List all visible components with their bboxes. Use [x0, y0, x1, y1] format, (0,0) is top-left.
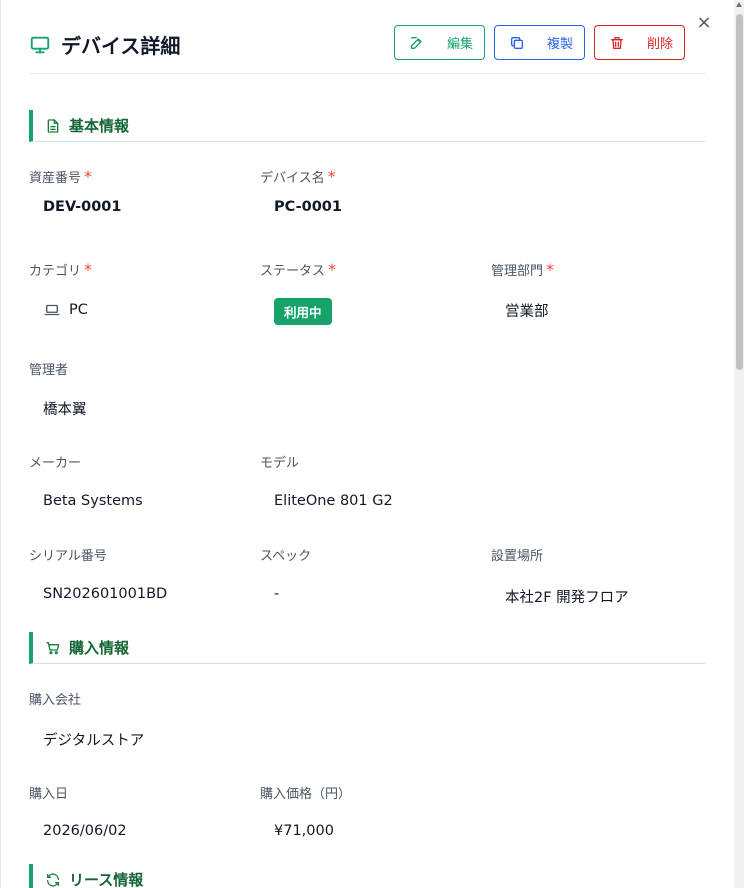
- required-mark: *: [84, 260, 93, 279]
- field-value: EliteOne 801 G2: [274, 493, 393, 509]
- field-label: カテゴリ: [29, 264, 82, 279]
- field-status: ステータス * 利用中: [260, 260, 337, 325]
- copy-button-label: 複製: [547, 37, 574, 52]
- section-title: 基本情報: [69, 117, 130, 135]
- scrollbar[interactable]: [734, 0, 744, 888]
- field-label: 管理者: [29, 363, 69, 378]
- field-value: デジタルストア: [43, 733, 145, 749]
- field-department: 管理部門 * 営業部: [491, 260, 555, 320]
- field-location: 設置場所 本社2F 開発フロア: [491, 545, 629, 606]
- required-mark: *: [328, 260, 337, 279]
- field-manager: 管理者 橋本翼: [29, 359, 87, 418]
- field-value: 2026/06/02: [43, 823, 127, 839]
- monitor-icon: [30, 36, 50, 53]
- field-label: ステータス: [260, 264, 326, 279]
- field-value: PC-0001: [274, 199, 342, 215]
- field-label: デバイス名: [260, 171, 325, 186]
- copy-button[interactable]: 複製: [494, 25, 585, 60]
- section-lease-info: リース情報: [29, 864, 705, 888]
- field-label: 管理部門: [491, 264, 544, 279]
- field-value: DEV-0001: [43, 199, 122, 215]
- field-label: シリアル番号: [29, 549, 107, 564]
- field-label: 購入会社: [29, 693, 82, 708]
- field-value: -: [274, 586, 280, 602]
- field-maker: メーカー Beta Systems: [29, 452, 143, 509]
- field-value: PC: [69, 302, 88, 318]
- field-asset-no: 資産番号 * DEV-0001: [29, 167, 121, 215]
- scrollbar-thumb[interactable]: [736, 14, 743, 370]
- document-icon: [47, 118, 59, 133]
- section-title: 購入情報: [69, 639, 130, 657]
- field-value: 営業部: [505, 304, 549, 320]
- status-value-wrap: 利用中: [274, 298, 332, 325]
- field-label: 設置場所: [491, 549, 544, 564]
- field-label: 購入日: [29, 787, 69, 802]
- delete-button[interactable]: 削除: [594, 25, 685, 60]
- required-mark: *: [546, 260, 555, 279]
- field-spec: スペック -: [260, 545, 312, 602]
- device-detail-panel: デバイス詳細 編集 複製 削除 × 基本情報 資産番号 * DEV-0001 デ…: [0, 0, 744, 888]
- laptop-icon: [44, 304, 60, 316]
- close-icon[interactable]: ×: [695, 14, 713, 32]
- field-label: モデル: [260, 456, 300, 471]
- section-basic-info: 基本情報: [29, 110, 705, 142]
- cart-icon: [46, 641, 60, 654]
- field-value: SN202601001BD: [43, 586, 168, 602]
- field-serial: シリアル番号 SN202601001BD: [29, 545, 167, 602]
- trash-icon: [611, 36, 623, 49]
- field-model: モデル EliteOne 801 G2: [260, 452, 393, 509]
- scroll-up-arrow-icon[interactable]: [736, 2, 742, 7]
- category-value: PC: [43, 301, 88, 319]
- field-value: 本社2F 開発フロア: [505, 590, 629, 606]
- copy-icon: [511, 36, 523, 49]
- edit-button-label: 編集: [447, 37, 474, 52]
- field-value: 橋本翼: [43, 402, 87, 418]
- field-purchase-date: 購入日 2026/06/02: [29, 783, 127, 839]
- field-label: メーカー: [29, 456, 82, 471]
- page-title: デバイス詳細: [61, 34, 181, 58]
- required-mark: *: [84, 167, 93, 186]
- edit-button[interactable]: 編集: [394, 25, 485, 60]
- refresh-icon: [47, 872, 59, 887]
- title-wrap: デバイス詳細: [29, 30, 180, 59]
- section-title: リース情報: [69, 871, 144, 888]
- field-label: 資産番号: [29, 171, 82, 186]
- field-price: 購入価格（円） ¥71,000: [260, 783, 352, 839]
- field-vendor: 購入会社 デジタルストア: [29, 689, 144, 749]
- edit-icon: [411, 36, 422, 49]
- required-mark: *: [327, 167, 336, 186]
- detail-header: デバイス詳細 編集 複製 削除: [29, 24, 705, 74]
- field-value: Beta Systems: [43, 493, 143, 509]
- field-category: カテゴリ * PC: [29, 260, 93, 318]
- field-value: ¥71,000: [274, 823, 334, 839]
- field-device-name: デバイス名 * PC-0001: [260, 167, 342, 215]
- section-purchase-info: 購入情報: [29, 632, 705, 664]
- field-label: スペック: [260, 549, 312, 564]
- status-badge: 利用中: [274, 298, 332, 325]
- delete-button-label: 削除: [647, 37, 674, 52]
- field-label: 購入価格（円）: [260, 787, 352, 802]
